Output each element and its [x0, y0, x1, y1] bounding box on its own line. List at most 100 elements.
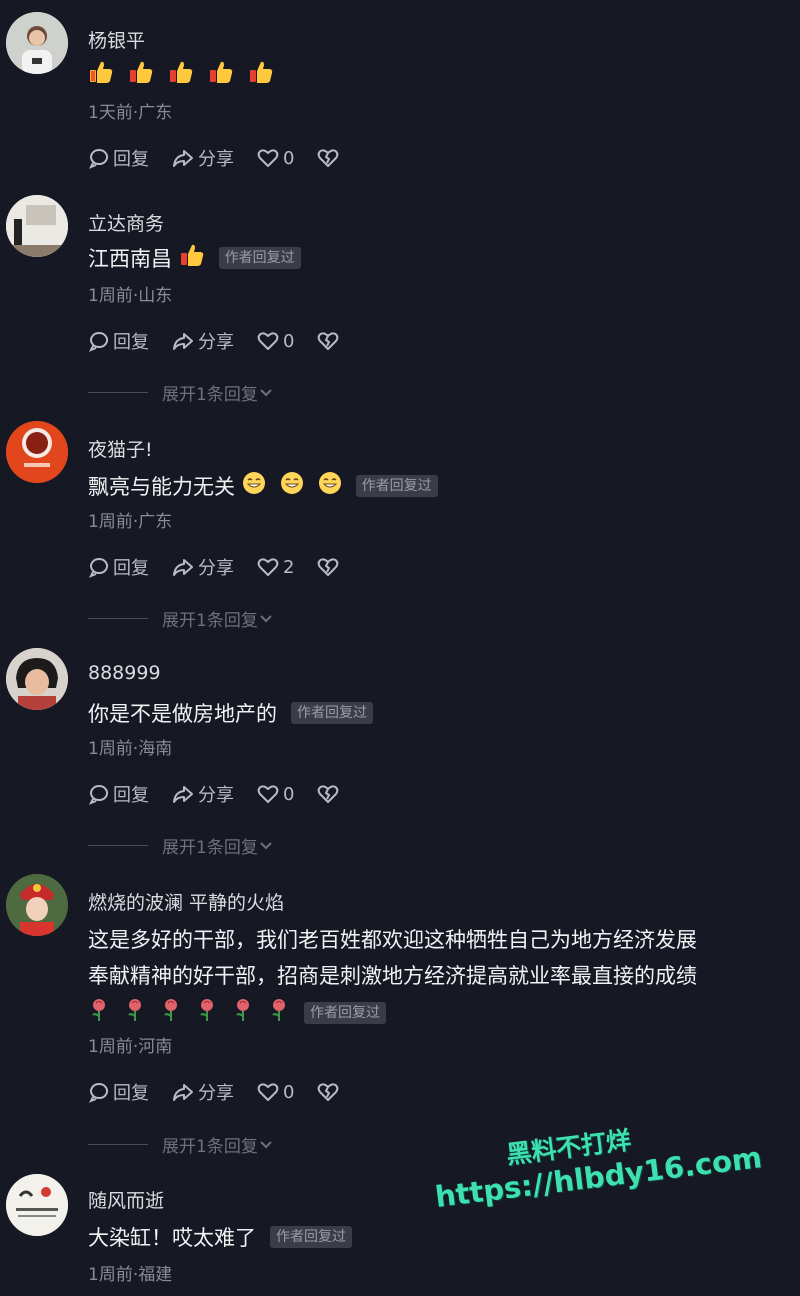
- avatar[interactable]: [6, 648, 68, 710]
- share-button[interactable]: 分享: [171, 554, 234, 580]
- comment-actions: 回复 分享 0: [88, 1077, 365, 1107]
- comment-meta: 1周前·福建: [88, 1265, 173, 1285]
- broken-heart-icon: [318, 149, 339, 167]
- rose-icon: [124, 997, 146, 1034]
- comment-meta: 1周前·山东: [88, 286, 173, 306]
- reply-icon: [88, 332, 108, 352]
- comment-author[interactable]: 燃烧的波澜 平静的火焰: [88, 888, 284, 915]
- author-replied-badge: 作者回复过: [355, 475, 438, 497]
- divider: [88, 392, 148, 393]
- chevron-down-icon: [260, 841, 272, 849]
- like-count: 0: [283, 1081, 295, 1103]
- author-replied-badge: 作者回复过: [270, 1226, 352, 1248]
- heart-icon: [257, 558, 279, 576]
- comment-text: 江西南昌 作者回复过: [88, 241, 301, 279]
- expand-replies-button[interactable]: 展开1条回复: [88, 1132, 274, 1157]
- expand-replies-button[interactable]: 展开1条回复: [88, 380, 274, 405]
- emoji-row: 作者回复过: [88, 996, 697, 1034]
- avatar[interactable]: [6, 195, 68, 257]
- rose-icon: [88, 997, 110, 1034]
- like-button[interactable]: 0: [256, 330, 294, 352]
- reply-icon: [88, 1083, 108, 1103]
- grin-emoji-icon: [242, 470, 266, 506]
- comment-actions: 回复 分享 2: [88, 552, 365, 582]
- thumbs-up-icon: [248, 59, 274, 96]
- like-count: 0: [283, 330, 295, 352]
- comment-author[interactable]: 立达商务: [88, 209, 164, 236]
- thumbs-up-icon: [128, 59, 154, 96]
- dislike-button[interactable]: [316, 783, 343, 805]
- comment-text-line: 这是多好的干部，我们老百姓都欢迎这种牺牲自己为地方经济发展: [88, 928, 697, 952]
- comment-actions: 回复 分享 0: [88, 326, 365, 356]
- heart-icon: [257, 149, 279, 167]
- share-icon: [173, 150, 193, 167]
- broken-heart-icon: [318, 332, 339, 350]
- like-count: 2: [283, 556, 295, 578]
- divider: [88, 845, 148, 846]
- comment-author[interactable]: 杨银平: [88, 26, 145, 53]
- thumbs-up-icon: [208, 59, 234, 96]
- divider: [88, 618, 148, 619]
- thumbs-up-icon: [168, 59, 194, 96]
- avatar[interactable]: [6, 1174, 68, 1236]
- expand-replies-button[interactable]: 展开1条回复: [88, 833, 274, 858]
- share-icon: [173, 1084, 193, 1101]
- reply-button[interactable]: 回复: [88, 328, 149, 354]
- share-icon: [173, 333, 193, 350]
- like-button[interactable]: 0: [256, 147, 294, 169]
- author-replied-badge: 作者回复过: [218, 247, 301, 269]
- heart-icon: [257, 1083, 279, 1101]
- dislike-button[interactable]: [316, 556, 343, 578]
- comment-meta: 1周前·海南: [88, 739, 173, 759]
- comment-meta: 1周前·河南: [88, 1037, 173, 1057]
- comment-text: 你是不是做房地产的 作者回复过: [88, 696, 373, 732]
- broken-heart-icon: [318, 558, 339, 576]
- avatar[interactable]: [6, 874, 68, 936]
- rose-icon: [196, 997, 218, 1034]
- comment-text-line: 奉献精神的好干部，招商是刺激地方经济提高就业率最直接的成绩: [88, 964, 697, 988]
- share-button[interactable]: 分享: [171, 1079, 234, 1105]
- broken-heart-icon: [318, 785, 339, 803]
- share-icon: [173, 786, 193, 803]
- reply-button[interactable]: 回复: [88, 554, 149, 580]
- reply-button[interactable]: 回复: [88, 781, 149, 807]
- comment-actions: 回复 分享 0: [88, 779, 365, 809]
- comment-meta: 1天前·广东: [88, 103, 173, 123]
- reply-button[interactable]: 回复: [88, 145, 149, 171]
- broken-heart-icon: [318, 1083, 339, 1101]
- dislike-button[interactable]: [316, 1081, 343, 1103]
- chevron-down-icon: [260, 1140, 272, 1148]
- heart-icon: [257, 332, 279, 350]
- reply-button[interactable]: 回复: [88, 1079, 149, 1105]
- reply-icon: [88, 558, 108, 578]
- grin-emoji-icon: [280, 470, 304, 506]
- like-button[interactable]: 2: [256, 556, 294, 578]
- comment-text: 这是多好的干部，我们老百姓都欢迎这种牺牲自己为地方经济发展 奉献精神的好干部，招…: [88, 922, 697, 1034]
- reply-icon: [88, 785, 108, 805]
- comment-author[interactable]: 888999: [88, 662, 161, 684]
- share-button[interactable]: 分享: [171, 781, 234, 807]
- heart-icon: [257, 785, 279, 803]
- avatar[interactable]: [6, 421, 68, 483]
- thumbs-up-icon: [179, 242, 205, 279]
- share-button[interactable]: 分享: [171, 328, 234, 354]
- like-button[interactable]: 0: [256, 783, 294, 805]
- avatar[interactable]: [6, 12, 68, 74]
- comment-actions: 回复 分享 0: [88, 143, 365, 173]
- rose-icon: [268, 997, 290, 1034]
- thumbs-up-icon: [88, 59, 114, 96]
- rose-icon: [160, 997, 182, 1034]
- divider: [88, 1144, 148, 1145]
- expand-replies-button[interactable]: 展开1条回复: [88, 606, 274, 631]
- comment-text: 飘亮与能力无关 作者回复过: [88, 469, 438, 506]
- like-button[interactable]: 0: [256, 1081, 294, 1103]
- comment-author[interactable]: 夜猫子!: [88, 435, 153, 462]
- dislike-button[interactable]: [316, 330, 343, 352]
- dislike-button[interactable]: [316, 147, 343, 169]
- comment-text: 大染缸！哎太难了 作者回复过: [88, 1220, 352, 1256]
- author-replied-badge: 作者回复过: [304, 1002, 386, 1024]
- comment-text: [88, 58, 288, 96]
- share-icon: [173, 559, 193, 576]
- share-button[interactable]: 分享: [171, 145, 234, 171]
- comment-author[interactable]: 随风而逝: [88, 1186, 164, 1213]
